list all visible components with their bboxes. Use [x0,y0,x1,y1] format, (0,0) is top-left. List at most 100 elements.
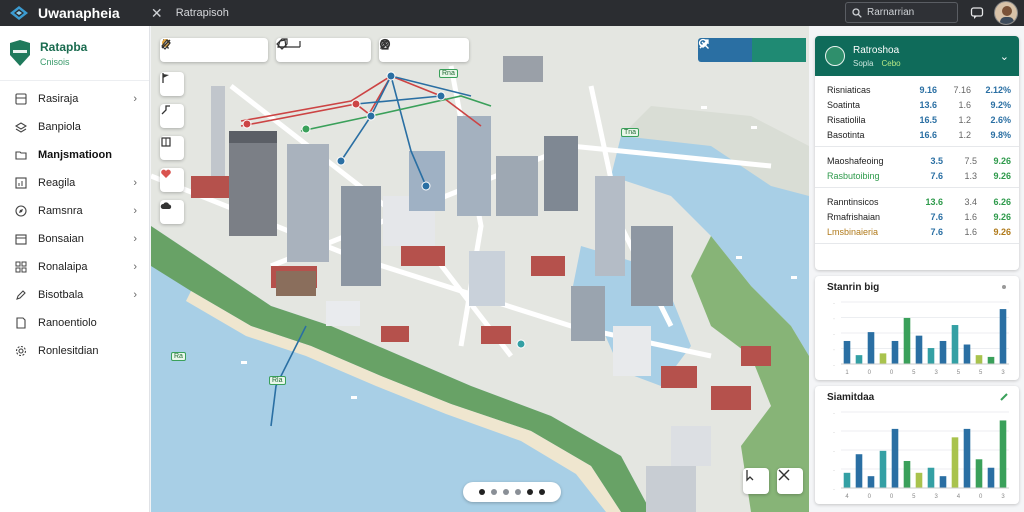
close-icon[interactable]: ✕ [150,5,164,22]
map-label[interactable]: Tna [621,128,640,137]
stat-row[interactable]: Rasbutoibing 7.6 1.3 9.26 [827,168,1011,183]
sidebar-item-2[interactable]: Banpiola [0,113,149,141]
bar[interactable] [939,476,947,488]
stat-row[interactable]: Soatinta 13.6 1.6 9.2% [827,97,1011,112]
map-label[interactable]: Ra [171,352,186,361]
stat-row[interactable]: Risniaticas 9.16 7.16 2.12% [827,82,1011,97]
bar[interactable] [975,459,983,488]
stat-section: Maoshafeoing 3.5 7.5 9.26 Rasbutoibing 7.6 1.3… [815,147,1019,188]
chart-menu-icon[interactable] [999,392,1009,402]
bar[interactable] [963,428,971,488]
bar[interactable] [843,472,851,488]
bar[interactable] [879,450,887,488]
bar[interactable] [915,335,923,364]
stat-row[interactable]: Lmsbinaieria 7.6 1.6 9.26 [827,224,1011,239]
pencil-icon[interactable] [380,38,425,62]
pen-icon[interactable] [161,38,256,62]
pager-dot[interactable] [527,489,533,495]
sidebar-item-6[interactable]: Bonsaian › [0,225,149,253]
stat-row[interactable]: Risatiolila 16.5 1.2 2.6% [827,112,1011,127]
map-canvas[interactable] [151,26,809,512]
pin-icon[interactable] [162,38,208,62]
tools-icon[interactable] [777,468,803,494]
map-pager[interactable] [463,482,561,502]
bar[interactable] [915,472,923,488]
locate-icon[interactable] [743,468,769,494]
chevron-right-icon[interactable]: › [133,261,137,273]
stat-row[interactable]: Ranntinsicos 13.6 3.4 6.26 [827,194,1011,209]
sidebar-item-4[interactable]: Reagila › [0,169,149,197]
bar[interactable] [987,356,995,364]
bar[interactable] [999,309,1007,364]
chevron-right-icon[interactable]: › [133,233,137,245]
sidebar-item-3[interactable]: Manjsmatioon [0,141,149,169]
tab-label[interactable]: Ratrapisoh [176,7,229,19]
stat-row[interactable]: Maoshafeoing 3.5 7.5 9.26 [827,153,1011,168]
sidebar-item-5[interactable]: Ramsnra › [0,197,149,225]
flag-icon[interactable] [160,72,184,96]
cloud-icon[interactable] [160,200,184,224]
sidebar-item-9[interactable]: Ranoentiolo [0,309,149,337]
pager-dot[interactable] [515,489,521,495]
map-view[interactable]: Rna Ra Rla Tna [151,26,809,512]
y-tick: · [833,301,835,307]
search-box[interactable] [845,2,958,23]
bar[interactable] [939,340,947,364]
bar[interactable] [903,317,911,364]
dashboard-icon [14,92,28,106]
chevron-right-icon[interactable]: › [133,177,137,189]
chevron-right-icon[interactable]: › [133,93,137,105]
search-input[interactable] [867,7,953,18]
chart-card-2: Siamitdaa · · · · · 4 0 0 5 3 4 0 3 [815,386,1019,504]
bar[interactable] [843,340,851,364]
stat-value: 1.2 [958,114,971,125]
trash-icon[interactable] [381,38,470,62]
bar[interactable] [855,454,863,488]
user-header[interactable]: Ratroshoa Sopla Cebo ⌄ [815,36,1019,76]
ruler-icon[interactable] [278,38,370,62]
bar[interactable] [879,353,887,364]
expand-icon[interactable] [699,38,806,62]
bar[interactable] [867,476,875,488]
bar[interactable] [963,344,971,364]
pager-dot[interactable] [503,489,509,495]
bar[interactable] [891,340,899,364]
bar[interactable] [951,325,959,364]
bar[interactable] [987,467,995,488]
bar[interactable] [927,348,935,364]
layer-icon[interactable] [160,136,184,160]
stat-row[interactable]: Basotinta 16.6 1.2 9.8% [827,127,1011,142]
scissors-icon[interactable] [381,38,447,62]
eraser-icon[interactable] [161,38,232,62]
sidebar-item-1[interactable]: Rasiraja › [0,85,149,113]
heart-icon[interactable] [160,168,184,192]
pager-dot[interactable] [539,489,545,495]
bar[interactable] [891,428,899,488]
map-label[interactable]: Rla [269,376,286,385]
bar[interactable] [975,355,983,364]
bar[interactable] [951,437,959,488]
chevron-right-icon[interactable]: › [133,289,137,301]
chat-icon[interactable] [967,3,987,23]
bar[interactable] [927,467,935,488]
check-icon[interactable] [699,38,752,62]
chevron-down-icon[interactable]: ⌄ [1000,50,1009,63]
bar[interactable] [867,332,875,364]
avatar[interactable] [994,1,1018,25]
zoom-icon[interactable] [698,38,779,62]
sidebar-item-7[interactable]: Ronalaipa › [0,253,149,281]
route-icon[interactable] [160,104,184,128]
pager-dot[interactable] [479,489,485,495]
map-label[interactable]: Rna [439,69,458,78]
sidebar-item-10[interactable]: Ronlesitdian [0,337,149,365]
chevron-right-icon[interactable]: › [133,205,137,217]
bar[interactable] [855,355,863,364]
tag-icon[interactable] [276,38,324,62]
stat-row[interactable]: Rmafrishaian 7.6 1.6 9.26 [827,209,1011,224]
bar[interactable] [903,460,911,488]
y-tick: · [833,317,835,323]
sidebar-item-8[interactable]: Bisotbala › [0,281,149,309]
pager-dot[interactable] [491,489,497,495]
bar[interactable] [999,420,1007,488]
chart-menu-icon[interactable] [999,282,1009,292]
